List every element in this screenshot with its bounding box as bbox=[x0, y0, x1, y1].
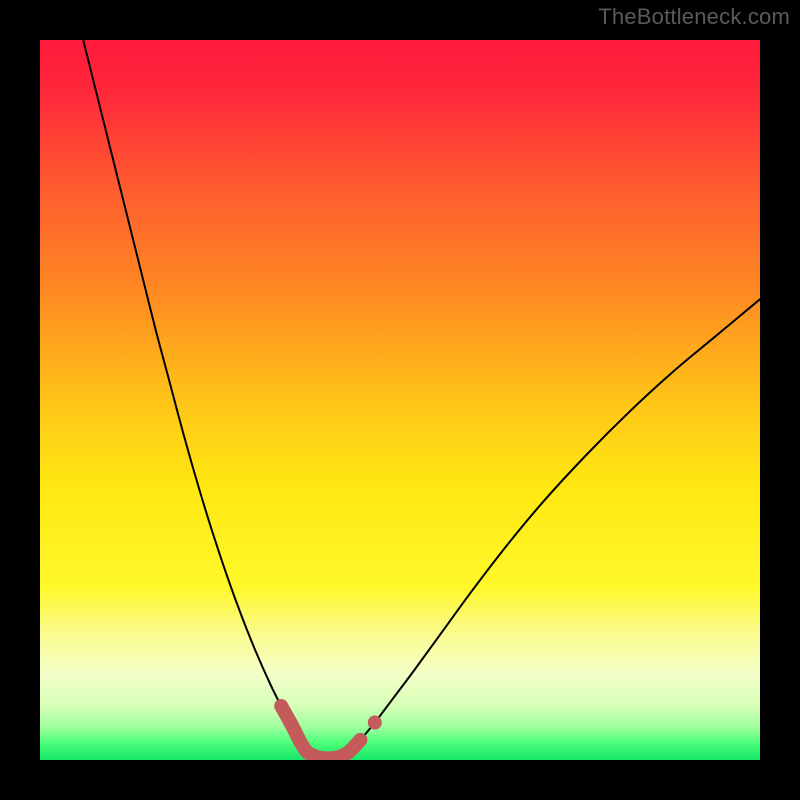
curve-layer bbox=[40, 40, 760, 760]
bottleneck-curve bbox=[83, 40, 760, 758]
valley-beads bbox=[281, 706, 360, 758]
chart-stage: TheBottleneck.com bbox=[0, 0, 800, 800]
right-isolated-bead bbox=[368, 716, 382, 730]
plot-area bbox=[40, 40, 760, 760]
watermark-text: TheBottleneck.com bbox=[598, 4, 790, 30]
